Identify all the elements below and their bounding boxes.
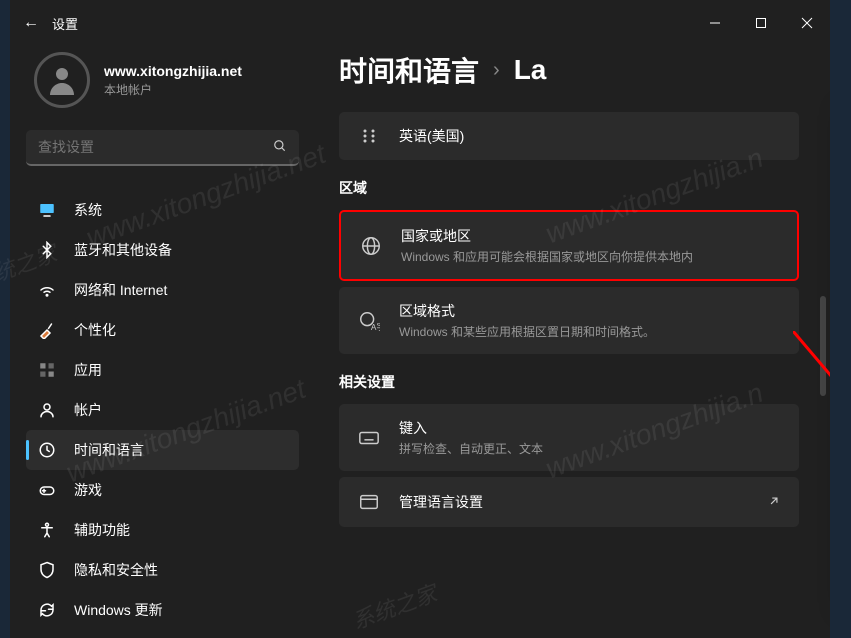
sidebar-item-label: 蓝牙和其他设备 bbox=[74, 240, 172, 260]
minimize-button[interactable] bbox=[692, 0, 738, 46]
card-title: 区域格式 bbox=[399, 301, 655, 321]
apps-icon bbox=[38, 361, 56, 379]
person-icon bbox=[38, 401, 56, 419]
globe-az-icon: A字 bbox=[357, 310, 381, 332]
update-icon bbox=[38, 601, 56, 619]
back-button[interactable]: ← bbox=[10, 14, 52, 32]
breadcrumb-time-language[interactable]: 时间和语言 bbox=[339, 50, 479, 90]
profile-text: www.xitongzhijia.net 本地帐户 bbox=[104, 63, 242, 98]
chevron-right-icon: › bbox=[493, 59, 500, 82]
sidebar-item-2[interactable]: 网络和 Internet bbox=[26, 270, 299, 310]
sidebar-item-7[interactable]: 游戏 bbox=[26, 470, 299, 510]
keyboard-icon bbox=[357, 427, 381, 449]
profile-name: www.xitongzhijia.net bbox=[104, 63, 242, 79]
sidebar-item-label: 时间和语言 bbox=[74, 440, 144, 460]
content: www.xitongzhijia.net 本地帐户 系统蓝牙和其他设备网络和 I… bbox=[10, 46, 830, 638]
card-sub: Windows 和应用可能会根据国家或地区向你提供本地内 bbox=[401, 248, 693, 265]
window-title: 设置 bbox=[52, 14, 78, 33]
clock-lang-icon bbox=[38, 441, 56, 459]
main: 时间和语言 › La 英语(美国) 区域 国家或地区 Windows 和应用可能会… bbox=[315, 46, 830, 638]
monitor-icon bbox=[38, 201, 56, 219]
profile-sub: 本地帐户 bbox=[104, 81, 242, 98]
shield-icon bbox=[38, 561, 56, 579]
region-card-0[interactable]: 国家或地区 Windows 和应用可能会根据国家或地区向你提供本地内 bbox=[339, 210, 799, 281]
window-icon bbox=[357, 491, 381, 513]
sidebar-item-8[interactable]: 辅助功能 bbox=[26, 510, 299, 550]
section-related-title: 相关设置 bbox=[339, 372, 830, 392]
sidebar-item-6[interactable]: 时间和语言 bbox=[26, 430, 299, 470]
card-title: 管理语言设置 bbox=[399, 492, 483, 512]
related-card-0[interactable]: 键入拼写检查、自动更正、文本 bbox=[339, 404, 799, 471]
sidebar-item-4[interactable]: 应用 bbox=[26, 350, 299, 390]
card-title: 键入 bbox=[399, 418, 543, 438]
close-button[interactable] bbox=[784, 0, 830, 46]
sidebar-item-label: Windows 更新 bbox=[74, 600, 163, 620]
breadcrumb-current: La bbox=[514, 54, 547, 86]
sidebar: www.xitongzhijia.net 本地帐户 系统蓝牙和其他设备网络和 I… bbox=[10, 46, 315, 638]
gamepad-icon bbox=[38, 481, 56, 499]
sidebar-item-label: 隐私和安全性 bbox=[74, 560, 158, 580]
sidebar-item-5[interactable]: 帐户 bbox=[26, 390, 299, 430]
sidebar-item-label: 游戏 bbox=[74, 480, 102, 500]
sidebar-item-9[interactable]: 隐私和安全性 bbox=[26, 550, 299, 590]
language-card[interactable]: 英语(美国) bbox=[339, 112, 799, 160]
related-card-1[interactable]: 管理语言设置 bbox=[339, 477, 799, 527]
sidebar-item-label: 应用 bbox=[74, 360, 102, 380]
nav-list: 系统蓝牙和其他设备网络和 Internet 个性化应用帐户时间和语言游戏辅助功能隐… bbox=[26, 190, 299, 630]
card-sub: Windows 和某些应用根据区置日期和时间格式。 bbox=[399, 323, 655, 340]
sidebar-item-label: 网络和 Internet bbox=[74, 280, 167, 300]
language-label: 英语(美国) bbox=[399, 126, 464, 146]
external-icon bbox=[767, 494, 781, 511]
bluetooth-icon bbox=[38, 241, 56, 259]
maximize-button[interactable] bbox=[738, 0, 784, 46]
region-card-1[interactable]: A字 区域格式 Windows 和某些应用根据区置日期和时间格式。 bbox=[339, 287, 799, 354]
sidebar-item-label: 辅助功能 bbox=[74, 520, 130, 540]
accessibility-icon bbox=[38, 521, 56, 539]
settings-window: ← 设置 www.xitongzhijia.net 本地帐户 bbox=[10, 0, 830, 638]
sidebar-item-10[interactable]: Windows 更新 bbox=[26, 590, 299, 630]
sidebar-item-3[interactable]: 个性化 bbox=[26, 310, 299, 350]
sidebar-item-0[interactable]: 系统 bbox=[26, 190, 299, 230]
search-input[interactable] bbox=[38, 139, 273, 155]
sidebar-item-label: 帐户 bbox=[74, 400, 102, 420]
titlebar: ← 设置 bbox=[10, 0, 830, 46]
card-title: 国家或地区 bbox=[401, 226, 693, 246]
section-region-title: 区域 bbox=[339, 178, 830, 198]
profile[interactable]: www.xitongzhijia.net 本地帐户 bbox=[26, 52, 299, 108]
sidebar-item-1[interactable]: 蓝牙和其他设备 bbox=[26, 230, 299, 270]
avatar bbox=[34, 52, 90, 108]
sidebar-item-label: 个性化 bbox=[74, 320, 116, 340]
sidebar-item-label: 系统 bbox=[74, 200, 102, 220]
globe-icon bbox=[359, 235, 383, 257]
breadcrumb: 时间和语言 › La bbox=[339, 50, 830, 90]
wifi-icon bbox=[38, 281, 56, 299]
svg-text:A字: A字 bbox=[371, 322, 380, 332]
drag-icon bbox=[357, 128, 381, 144]
search-icon bbox=[273, 139, 287, 156]
card-sub: 拼写检查、自动更正、文本 bbox=[399, 440, 543, 457]
scrollbar[interactable] bbox=[820, 296, 826, 396]
search-box[interactable] bbox=[26, 130, 299, 166]
brush-icon bbox=[38, 321, 56, 339]
